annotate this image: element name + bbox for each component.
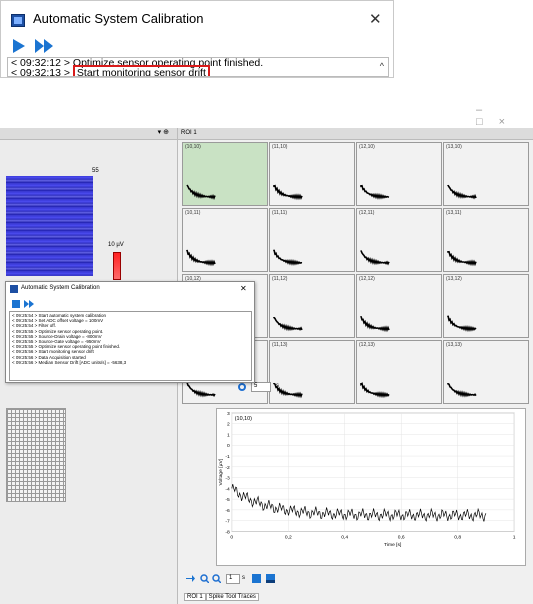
zoom-icon[interactable]: [238, 383, 246, 391]
window-controls[interactable]: –□×: [476, 104, 533, 128]
roi-cell[interactable]: (11,12): [269, 274, 355, 338]
y-tick-label: 2: [227, 422, 230, 428]
zoom-out-icon[interactable]: [212, 574, 221, 583]
y-tick-label: -2: [225, 465, 230, 471]
stop-icon[interactable]: [252, 574, 261, 583]
fast-forward-icon[interactable]: [24, 300, 36, 308]
trace-plot[interactable]: 3210-1-2-3-4-5-6-7-80 0,2 0,4 0,6 0,8 1Time […: [216, 408, 526, 566]
roi-zoom-controls: 5 s: [238, 382, 328, 394]
x-tick-label: 1: [513, 534, 516, 540]
zoom-unit: s: [276, 383, 279, 389]
play-icon[interactable]: [13, 39, 25, 53]
roi-cell[interactable]: (12,11): [356, 208, 442, 272]
color-scale-bar: [113, 252, 121, 280]
stop-icon[interactable]: [12, 300, 20, 308]
mini-trace: [186, 184, 216, 201]
mini-trace: [447, 250, 477, 267]
x-tick-label: 0,6: [398, 534, 405, 540]
roi-cell[interactable]: (13,10): [443, 142, 529, 206]
mini-trace: [186, 249, 216, 267]
roi-cell[interactable]: (10,11): [182, 208, 268, 272]
heatmap-label: 55: [92, 168, 99, 174]
mini-trace: [447, 184, 477, 200]
time-window-unit: s: [242, 575, 245, 581]
x-tick-label: 0,2: [285, 534, 292, 540]
highlight-box: Start monitoring sensor drift: [72, 65, 210, 76]
calibration-dialog: Automatic System Calibration ✕ < 09:25:5…: [5, 281, 255, 383]
scale-label: 10 µV: [108, 242, 124, 248]
arrows-icon[interactable]: [186, 574, 195, 583]
log-box: < 09:32:12 > Optimize sensor operating p…: [7, 57, 389, 77]
roi-cell[interactable]: (10,10): [182, 142, 268, 206]
roi-cell[interactable]: (13,13): [443, 340, 529, 404]
app-icon: [10, 285, 18, 293]
close-icon[interactable]: ✕: [240, 284, 247, 293]
zoom-input[interactable]: 5: [251, 382, 271, 392]
mini-trace: [360, 382, 390, 399]
roi-cell[interactable]: (11,13): [269, 340, 355, 404]
mini-trace: [447, 315, 477, 333]
roi-header: ROI 1: [178, 128, 533, 140]
mini-trace: [273, 382, 303, 399]
roi-cell[interactable]: (12,10): [356, 142, 442, 206]
x-tick-label: 0: [230, 534, 233, 540]
roi-cell[interactable]: (12,13): [356, 340, 442, 404]
close-icon[interactable]: ✕: [369, 10, 382, 28]
tab-spike-tool[interactable]: Spike Tool Traces: [205, 593, 259, 601]
y-tick-label: -3: [225, 476, 230, 482]
mini-trace: [360, 316, 390, 333]
time-window-input[interactable]: 1: [226, 574, 240, 584]
log-line: < 09:32:13 > Start monitoring sensor dri…: [11, 65, 388, 76]
y-axis-label: Voltage [µV]: [218, 458, 224, 485]
y-tick-label: -4: [225, 486, 230, 492]
mini-trace: [273, 184, 303, 201]
roi-cell[interactable]: (13,11): [443, 208, 529, 272]
x-axis-label: Time [s]: [384, 542, 402, 548]
mini-trace: [360, 250, 390, 266]
panel-header[interactable]: ▾ ⊕: [0, 128, 177, 140]
scroll-up-icon[interactable]: ^: [380, 61, 384, 71]
mini-trace: [273, 316, 303, 332]
y-tick-label: 0: [227, 443, 230, 449]
tab-roi[interactable]: ROI 1: [184, 593, 206, 601]
y-tick-label: -5: [225, 497, 230, 503]
dialog-title: Automatic System Calibration: [33, 11, 204, 26]
x-tick-label: 0,4: [341, 534, 348, 540]
mini-trace: [447, 383, 477, 398]
y-tick-label: -1: [225, 454, 230, 460]
y-tick-label: -8: [225, 529, 230, 535]
roi-cell[interactable]: (11,10): [269, 142, 355, 206]
x-tick-label: 0,8: [454, 534, 461, 540]
y-tick-label: -7: [225, 519, 230, 525]
log-box: < 09:25:54 > Start automatic system cali…: [9, 311, 252, 381]
calibration-dialog-zoom: Automatic System Calibration ✕ < 09:32:1…: [0, 0, 394, 78]
heatmap[interactable]: [6, 176, 93, 276]
y-tick-label: 1: [227, 432, 230, 438]
log-line: < 09:25:56 > Median Sensor Drift [ADC un…: [12, 359, 127, 365]
roi-cell[interactable]: (12,12): [356, 274, 442, 338]
tab-bar: ROI 1 Spike Tool Traces: [184, 593, 259, 601]
dialog-title: Automatic System Calibration: [21, 285, 100, 291]
electrode-grid[interactable]: [6, 408, 66, 502]
zoom-in-icon[interactable]: [200, 574, 209, 583]
save-icon[interactable]: [266, 574, 275, 583]
mini-trace: [360, 184, 390, 200]
y-tick-label: 3: [227, 411, 230, 417]
app-icon: [11, 14, 25, 27]
roi-cell[interactable]: (13,12): [443, 274, 529, 338]
fast-forward-icon[interactable]: [35, 39, 55, 53]
roi-cell[interactable]: (11,11): [269, 208, 355, 272]
y-tick-label: -6: [225, 508, 230, 514]
trace-cell-label: (10,10): [235, 416, 252, 422]
mini-trace: [273, 249, 303, 266]
trace-controls: 1 s: [186, 574, 306, 586]
